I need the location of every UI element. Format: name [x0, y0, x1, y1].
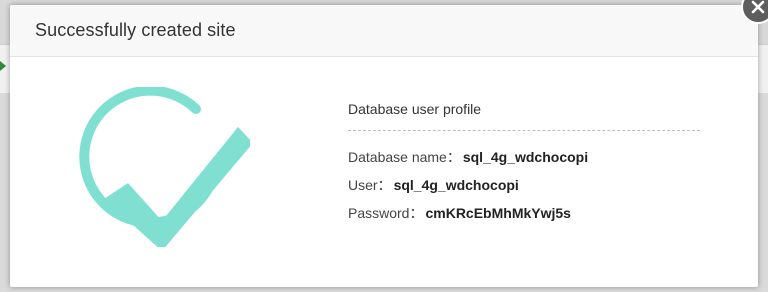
password-label: Password：	[348, 205, 424, 221]
user-value: sql_4g_wdchocopi	[393, 177, 519, 193]
database-name-label: Database name：	[348, 149, 461, 165]
user-row: User： sql_4g_wdchocopi	[348, 175, 700, 195]
user-label: User：	[348, 177, 392, 193]
database-profile: Database user profile Database name： sql_…	[348, 101, 700, 231]
dialog-header: Successfully created site	[10, 5, 758, 57]
profile-heading: Database user profile	[348, 101, 700, 131]
dialog-body: Database user profile Database name： sql_…	[10, 57, 758, 287]
check-circle-icon	[70, 85, 253, 251]
success-dialog: Successfully created site Database user …	[10, 5, 758, 287]
dialog-title: Successfully created site	[35, 20, 236, 40]
background-arrow-icon	[0, 61, 6, 71]
database-name-value: sql_4g_wdchocopi	[462, 149, 589, 165]
password-value: cmKRcEbMhMkYwj5s	[425, 205, 571, 221]
close-icon	[751, 0, 765, 14]
password-row: Password： cmKRcEbMhMkYwj5s	[348, 203, 700, 223]
database-name-row: Database name： sql_4g_wdchocopi	[348, 147, 700, 167]
